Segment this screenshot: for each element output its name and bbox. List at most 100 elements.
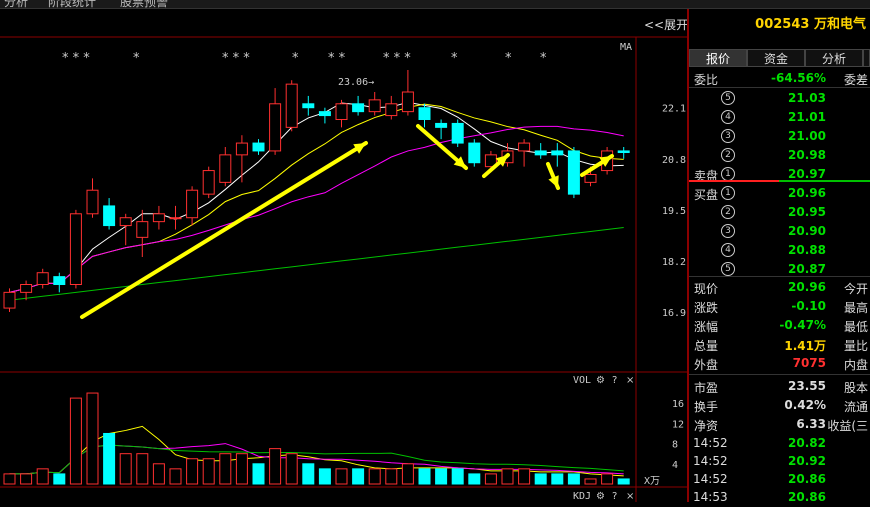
candles	[3, 70, 630, 312]
ma-label: MA	[620, 42, 632, 53]
candle-body	[352, 103, 365, 113]
price-tick: 20.8	[662, 155, 686, 166]
stat-row: 净资 6.33 收益(三	[689, 415, 870, 434]
kdj-settings-icon[interactable]: ⚙	[596, 491, 605, 502]
volume-bar	[401, 463, 414, 485]
vol-help-icon[interactable]: ?	[612, 375, 617, 386]
volume-ma10-line	[9, 443, 624, 475]
buy-level-2: 2 20.95	[689, 203, 870, 222]
volume-bar	[318, 468, 331, 485]
stat-label: 市盈	[694, 381, 719, 395]
moving-average-lines	[9, 101, 624, 301]
stock-name: 万和电气	[813, 17, 866, 32]
volume-bar	[368, 468, 381, 485]
candle-body	[20, 284, 33, 293]
signal-star: *	[292, 51, 299, 66]
volume-bar	[219, 453, 232, 485]
sep-weibi	[689, 87, 870, 88]
candle-body	[53, 276, 66, 285]
kdj-close-icon[interactable]: ×	[626, 491, 634, 502]
tab-more[interactable]	[863, 49, 870, 67]
menu-stock-alert[interactable]: 股票预警	[120, 0, 168, 8]
buy-price: 20.88	[788, 243, 826, 257]
stat-label-2: 最低	[843, 320, 868, 334]
sep-levels	[689, 276, 870, 277]
tick-price: 20.86	[788, 472, 826, 486]
tick-row: 14:52 20.86	[689, 470, 870, 489]
candle-body	[435, 122, 448, 128]
tab-analysis[interactable]: 分析	[805, 49, 863, 67]
candle-body	[518, 142, 531, 152]
top-menu-bar: 分析 阶段统计 股票预警	[0, 0, 870, 9]
vol-close-icon[interactable]: ×	[626, 375, 634, 386]
weibi-row: 委比 -64.56% 委差	[689, 69, 870, 88]
stat-value: 23.55	[788, 379, 826, 393]
volume-bar	[302, 463, 315, 485]
menu-stage-stats[interactable]: 阶段统计	[48, 0, 96, 8]
stat-label-2: 股本	[843, 381, 868, 395]
candle-body	[119, 217, 132, 227]
candle-body	[252, 142, 265, 152]
level-index: 5	[721, 262, 735, 276]
candle-body	[584, 174, 597, 183]
kline-chart[interactable]: MA * * * * * * * * * * * * * * * * 22.1 20.8 19.5 1…	[0, 9, 688, 502]
menu-analysis[interactable]: 分析	[4, 0, 28, 8]
stat-label-2: 流通	[843, 400, 868, 414]
candle-body	[269, 103, 282, 152]
volume-bar	[53, 473, 66, 485]
volume-bar	[103, 432, 116, 485]
volume-bar	[352, 468, 365, 485]
vol-label: VOL	[573, 375, 591, 386]
stat-label: 换手	[694, 400, 719, 414]
volume-bar	[584, 478, 597, 485]
volume-tick: 16	[672, 399, 684, 410]
volume-bar	[119, 453, 132, 485]
volume-bar	[601, 473, 614, 485]
high-annotation: 23.06→	[338, 77, 374, 88]
quote-tabs: 报价 资金 分析	[689, 49, 870, 67]
tab-funds[interactable]: 资金	[747, 49, 805, 67]
sell-level-5: 5 21.03	[689, 89, 870, 108]
candle-body	[318, 111, 331, 117]
volume-bar	[435, 468, 448, 485]
vol-settings-icon[interactable]: ⚙	[596, 375, 605, 386]
sell-price: 21.03	[788, 91, 826, 105]
level-index: 4	[721, 110, 735, 124]
tick-row: 14:52 20.82	[689, 434, 870, 453]
candle-body	[202, 170, 215, 195]
buy-level-3: 3 20.90	[689, 222, 870, 241]
stat-label: 现价	[694, 282, 719, 296]
tick-time: 14:52	[693, 436, 728, 450]
stat-row: 总量 1.41万 量比	[689, 335, 870, 354]
volume-bar	[551, 473, 564, 485]
stat-label: 涨跌	[694, 301, 719, 315]
stat-label-2: 今开	[843, 282, 868, 296]
volume-bar	[36, 468, 49, 485]
level-index: 2	[721, 148, 735, 162]
sell-price: 21.01	[788, 110, 826, 124]
candle-body	[617, 150, 630, 154]
tab-quote[interactable]: 报价	[689, 49, 747, 67]
price-tick: 19.5	[662, 206, 686, 217]
volume-bar	[484, 473, 497, 485]
candle-body	[567, 150, 580, 195]
volume-bar	[69, 397, 82, 485]
kdj-help-icon[interactable]: ?	[612, 491, 617, 502]
candle-body	[418, 107, 431, 121]
level-index: 4	[721, 243, 735, 257]
volume-bar	[252, 463, 265, 485]
stock-header: 002543 万和电气	[689, 9, 870, 41]
buy-level-1: 买盘 1 20.96	[689, 184, 870, 203]
volume-bar	[186, 458, 199, 485]
stat-row: 涨跌 -0.10 最高	[689, 297, 870, 316]
volume-bar	[152, 463, 165, 485]
signal-star: *	[540, 51, 547, 66]
volume-bar	[468, 473, 481, 485]
stat-row: 市盈 23.55 股本	[689, 377, 870, 396]
candle-body	[36, 272, 49, 286]
sell-level-4: 4 21.01	[689, 108, 870, 127]
volume-bar	[269, 448, 282, 485]
signal-star: * * *	[62, 51, 90, 66]
candle-body	[69, 213, 82, 286]
stat-row: 现价 20.96 今开	[689, 278, 870, 297]
